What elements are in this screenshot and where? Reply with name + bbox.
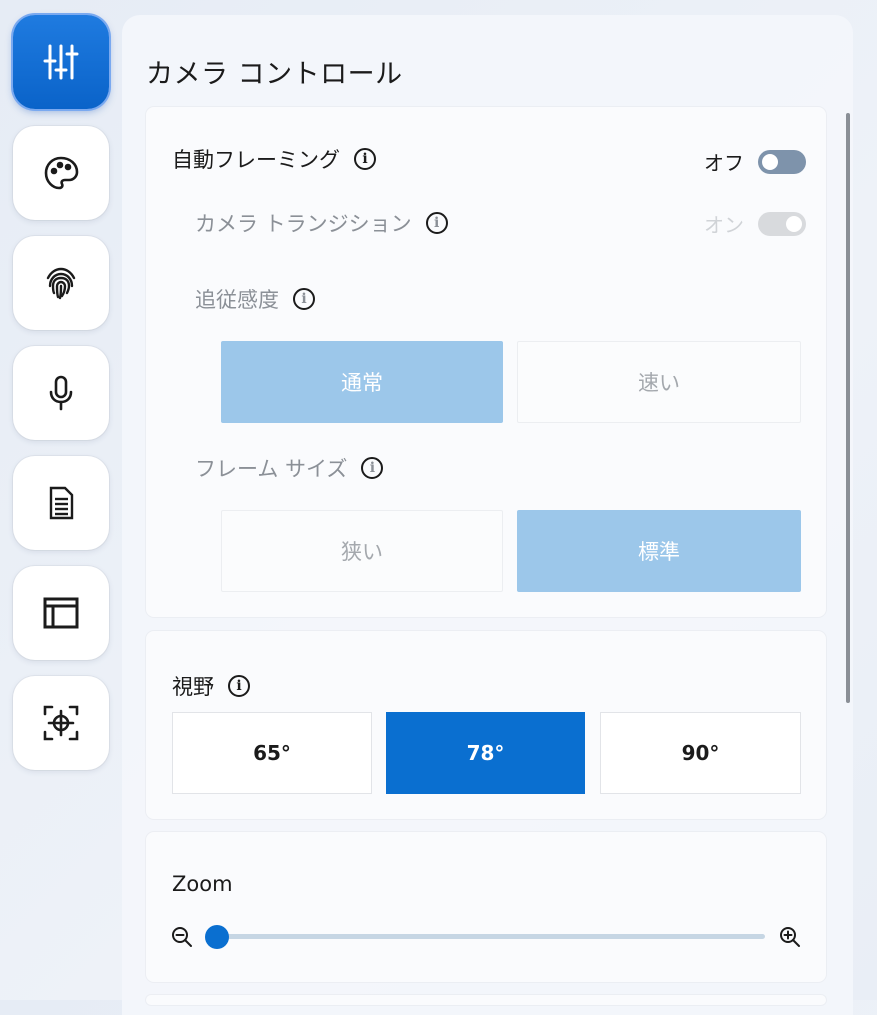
nav-fingerprint[interactable]	[13, 236, 109, 330]
fingerprint-icon	[46, 267, 76, 300]
auto-framing-label: 自動フレーミング	[172, 148, 340, 172]
fov-option-90[interactable]: 90°	[600, 712, 801, 794]
frame-size-label-row: フレーム サイズ i	[195, 453, 384, 483]
auto-framing-toggle-row: オフ	[704, 147, 806, 176]
info-icon[interactable]: i	[425, 212, 448, 234]
nav-focus[interactable]	[13, 676, 109, 770]
transition-label-row: カメラ トランジション i	[195, 208, 448, 238]
frame-size-label: フレーム サイズ	[195, 457, 348, 481]
info-icon[interactable]: i	[293, 288, 315, 310]
transition-toggle-row: オン	[704, 209, 806, 238]
microphone-icon	[49, 375, 73, 411]
nav-layout[interactable]	[13, 566, 109, 660]
zoom-slider-thumb[interactable]	[205, 925, 229, 949]
palette-icon	[44, 156, 79, 190]
next-card-partial	[146, 995, 826, 1005]
nav-color[interactable]	[13, 126, 109, 220]
tracking-label-row: 追従感度 i	[195, 284, 315, 314]
tracking-option-fast[interactable]: 速い	[517, 341, 801, 423]
info-icon[interactable]: i	[354, 148, 376, 170]
auto-framing-state: オフ	[704, 151, 744, 175]
nav-document[interactable]	[13, 456, 109, 550]
zoom-slider-track[interactable]	[217, 934, 765, 939]
transition-label: カメラ トランジション	[195, 212, 412, 236]
fov-label-row: 視野 i	[172, 671, 250, 701]
zoom-label: Zoom	[172, 872, 233, 896]
nav-camera-controls[interactable]	[13, 15, 109, 109]
info-icon[interactable]: i	[228, 675, 250, 697]
fov-option-78[interactable]: 78°	[386, 712, 585, 794]
window-layout-icon	[43, 597, 79, 629]
transition-toggle[interactable]	[758, 211, 806, 236]
zoom-out-icon[interactable]	[170, 925, 194, 949]
fov-label: 視野	[172, 675, 214, 699]
sliders-icon	[43, 44, 79, 80]
auto-framing-toggle[interactable]	[758, 149, 806, 174]
focus-crosshair-icon	[43, 705, 79, 741]
info-icon[interactable]: i	[361, 457, 384, 479]
frame-size-option-narrow[interactable]: 狭い	[221, 510, 503, 592]
zoom-card	[146, 832, 826, 982]
tracking-label: 追従感度	[195, 288, 279, 312]
auto-framing-label-row: 自動フレーミング i	[172, 144, 376, 174]
frame-size-option-standard[interactable]: 標準	[517, 510, 801, 592]
nav-microphone[interactable]	[13, 346, 109, 440]
page-title: カメラ コントロール	[146, 59, 403, 90]
zoom-in-icon[interactable]	[778, 925, 802, 949]
transition-state: オン	[704, 213, 744, 237]
fov-option-65[interactable]: 65°	[172, 712, 372, 794]
document-icon	[49, 486, 74, 520]
scrollbar[interactable]	[846, 113, 850, 703]
tracking-option-normal[interactable]: 通常	[221, 341, 503, 423]
